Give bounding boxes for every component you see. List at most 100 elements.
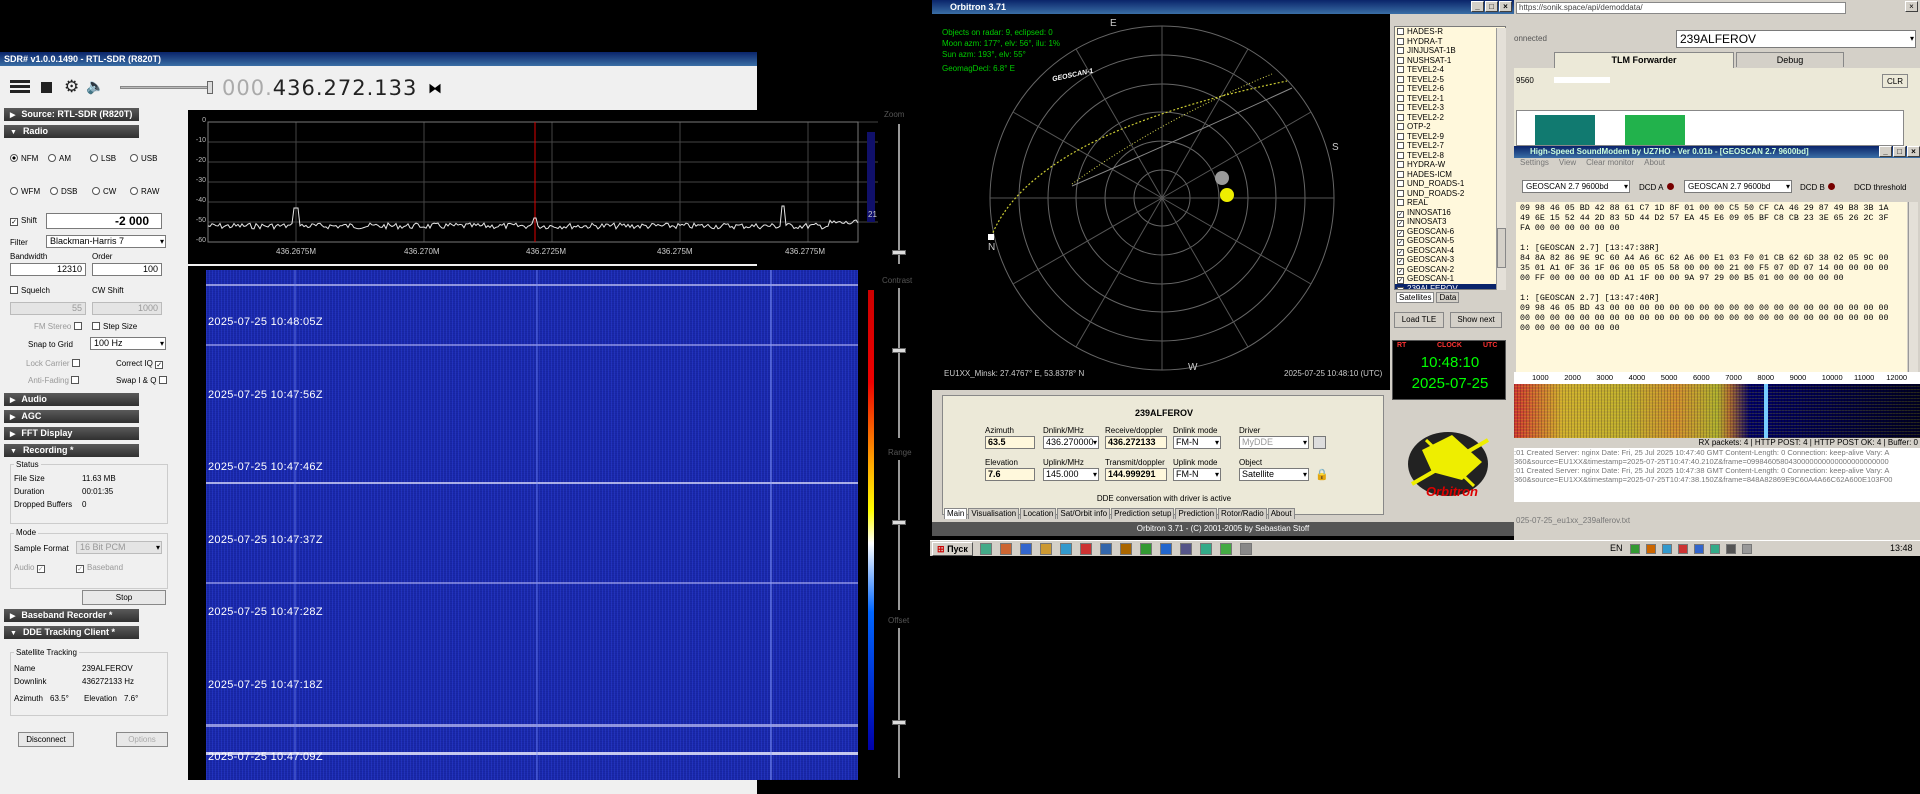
satellite-item[interactable]: ✓ GEOSCAN-3 <box>1395 255 1505 265</box>
orbitron-tab-prediction[interactable]: Prediction <box>1175 508 1218 519</box>
satellite-item[interactable]: TEVEL2-2 <box>1395 113 1505 123</box>
satellite-item[interactable]: HYDRA-T <box>1395 37 1505 47</box>
close-button[interactable]: × <box>1499 1 1512 12</box>
clr-button[interactable]: CLR <box>1882 74 1908 88</box>
satellite-checkbox[interactable] <box>1397 37 1404 45</box>
baseband-checkbox[interactable]: ✓ Baseband <box>76 563 123 573</box>
waterfall[interactable] <box>188 266 882 780</box>
satellite-item[interactable]: ✓ INNOSAT3 <box>1395 217 1505 227</box>
audio-checkbox[interactable]: Audio ✓ <box>14 563 48 573</box>
squelch-checkbox[interactable]: Squelch <box>10 286 50 295</box>
satellite-item[interactable]: ✓ INNOSAT16 <box>1395 208 1505 218</box>
satellite-item[interactable]: TEVEL2-1 <box>1395 94 1505 104</box>
tray-icon[interactable] <box>1662 544 1672 554</box>
tab-debug[interactable]: Debug <box>1736 52 1844 67</box>
satellite-checkbox[interactable]: ✓ <box>1397 258 1404 265</box>
section-fft-display[interactable]: FFT Display <box>4 427 139 440</box>
contrast-slider[interactable] <box>892 288 906 438</box>
satellite-item[interactable]: TEVEL2-3 <box>1395 103 1505 113</box>
satellite-list[interactable]: HADES-R HYDRA-T JINJUSAT-1B NUSHSAT-1 TEVEL2… <box>1394 26 1506 290</box>
tray-icon[interactable] <box>1630 544 1640 554</box>
clock-tab-utc[interactable]: UTC <box>1483 342 1497 349</box>
url-close-button[interactable]: × <box>1905 1 1918 12</box>
language-indicator[interactable]: EN <box>1610 543 1623 553</box>
taskbar-app-icon[interactable] <box>1180 543 1192 555</box>
driver-settings-icon[interactable] <box>1313 436 1326 449</box>
tray-icon[interactable] <box>1694 544 1704 554</box>
taskbar-app-icon[interactable] <box>1020 543 1032 555</box>
satellite-checkbox[interactable] <box>1397 180 1404 187</box>
satellite-item[interactable]: ✓ GEOSCAN-5 <box>1395 236 1505 246</box>
squelch-input[interactable]: 55 <box>10 302 86 315</box>
bandwidth-input[interactable]: 12310 <box>10 263 86 276</box>
show-next-button[interactable]: Show next <box>1450 312 1502 328</box>
tune-center-icon[interactable]: ⧓ <box>428 80 442 97</box>
mode-radio-cw[interactable]: CW <box>92 187 116 196</box>
satellite-checkbox[interactable] <box>1397 104 1404 111</box>
mode-radio-nfm[interactable]: NFM <box>10 154 38 163</box>
satellite-checkbox[interactable] <box>1397 56 1404 64</box>
satellite-checkbox[interactable]: ✓ <box>1397 220 1404 227</box>
tray-icon[interactable] <box>1742 544 1752 554</box>
clock-tab-rt[interactable]: RT <box>1397 342 1406 349</box>
maximize-button[interactable]: □ <box>1485 1 1498 12</box>
cwshift-input[interactable]: 1000 <box>92 302 162 315</box>
start-button[interactable]: ⊞ Пуск <box>932 542 973 556</box>
satellite-item[interactable]: HYDRA-W <box>1395 160 1505 170</box>
stop-icon[interactable] <box>41 82 52 93</box>
satellite-item[interactable]: JINJUSAT-1B <box>1395 46 1505 56</box>
lock-carrier-checkbox[interactable]: Lock Carrier <box>26 359 83 368</box>
orbitron-tab-about[interactable]: About <box>1267 508 1295 519</box>
satellite-checkbox[interactable] <box>1397 170 1404 178</box>
satellite-checkbox[interactable] <box>1397 28 1404 35</box>
satellite-item[interactable]: TEVEL2-7 <box>1395 141 1505 151</box>
section-audio[interactable]: Audio <box>4 393 139 406</box>
orbitron-tab-rotor-radio[interactable]: Rotor/Radio <box>1218 508 1267 519</box>
satellite-item[interactable]: UND_ROADS-2 <box>1395 189 1505 199</box>
taskbar-app-icon[interactable] <box>1240 543 1252 555</box>
section-dde-tracking[interactable]: DDE Tracking Client * <box>4 626 139 639</box>
satellite-item[interactable]: OTP-2 <box>1395 122 1505 132</box>
gear-icon[interactable]: ⚙ <box>64 77 79 97</box>
lock-icon[interactable]: 🔒 <box>1315 468 1329 481</box>
packet-monitor-scrollbar[interactable] <box>1908 202 1918 372</box>
satellite-checkbox[interactable] <box>1397 151 1404 159</box>
tray-icon[interactable] <box>1710 544 1720 554</box>
tray-icon[interactable] <box>1678 544 1688 554</box>
taskbar-app-icon[interactable] <box>1080 543 1092 555</box>
speaker-icon[interactable]: 🔈 <box>86 77 105 95</box>
sm-close-button[interactable]: × <box>1907 146 1920 157</box>
satellite-item[interactable]: REAL <box>1395 198 1505 208</box>
orbitron-tab-sat-orbit-info[interactable]: Sat/Orbit info <box>1057 508 1111 519</box>
sm-minimize-button[interactable]: _ <box>1879 146 1892 157</box>
http-log[interactable]: :01 Created Server: nginx Date: Fri, 25 … <box>1514 448 1920 502</box>
orbitron-tab-prediction-setup[interactable]: Prediction setup <box>1111 508 1175 519</box>
satellite-item[interactable]: ✓ GEOSCAN-1 <box>1395 274 1505 284</box>
options-button[interactable]: Options <box>116 732 168 747</box>
object-select[interactable]: Satellite <box>1239 468 1309 481</box>
tab-satellites[interactable]: Satellites <box>1396 292 1435 303</box>
fft-spectrum[interactable]: 0 -10 -20 -30 -40 -50 -60 436.2675M 436.270M 436… <box>188 110 882 264</box>
satellite-checkbox[interactable] <box>1397 161 1404 168</box>
tab-data[interactable]: Data <box>1436 292 1460 303</box>
satellite-checkbox[interactable]: ✓ <box>1397 239 1404 246</box>
satellite-item[interactable]: UND_ROADS-1 <box>1395 179 1505 189</box>
satellite-checkbox[interactable] <box>1397 132 1404 140</box>
satellite-checkbox[interactable] <box>1397 123 1404 130</box>
satellite-checkbox[interactable] <box>1397 189 1404 197</box>
driver-select[interactable]: MyDDE <box>1239 436 1309 449</box>
mode-radio-am[interactable]: AM <box>48 154 71 163</box>
minimize-button[interactable]: _ <box>1471 1 1484 12</box>
satellite-item[interactable]: ✓ GEOSCAN-4 <box>1395 246 1505 256</box>
satellite-checkbox[interactable] <box>1397 47 1404 54</box>
satellite-item[interactable]: ✓239ALFEROV <box>1395 283 1505 289</box>
stop-button[interactable]: Stop <box>82 590 166 605</box>
load-tle-button[interactable]: Load TLE <box>1394 312 1444 328</box>
mode-radio-raw[interactable]: RAW <box>130 187 159 196</box>
taskbar-app-icon[interactable] <box>1220 543 1232 555</box>
menu-item-clear-monitor[interactable]: Clear monitor <box>1586 158 1634 170</box>
menu-item-settings[interactable]: Settings <box>1520 158 1549 170</box>
uplink-mode-select[interactable]: FM-N <box>1173 468 1221 481</box>
sm-maximize-button[interactable]: □ <box>1893 146 1906 157</box>
orbitron-tab-location[interactable]: Location <box>1020 508 1057 519</box>
